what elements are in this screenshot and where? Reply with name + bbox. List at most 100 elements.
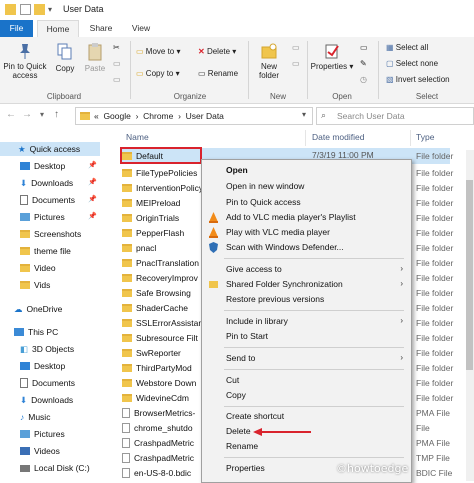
menu-include-library[interactable]: Include in library [226, 315, 288, 328]
move-to-button[interactable]: ▭ Move to ▾ [136, 47, 181, 56]
download-icon: ⬇ [20, 394, 28, 405]
menu-create-shortcut[interactable]: Create shortcut [226, 410, 284, 423]
file-type: TMP File [416, 453, 450, 463]
cut-icon[interactable]: ✂ [113, 43, 120, 52]
tab-share[interactable]: Share [84, 20, 118, 37]
nav-theme-file[interactable]: theme file [20, 244, 71, 258]
nav-this-pc[interactable]: This PC [14, 325, 58, 339]
up-icon[interactable]: ↑ [54, 109, 59, 120]
tab-home[interactable]: Home [37, 20, 79, 38]
nav-screenshots[interactable]: Screenshots [20, 227, 81, 241]
menu-add-vlc-playlist[interactable]: Add to VLC media player's Playlist [226, 211, 356, 224]
sync-icon [208, 279, 219, 290]
nav-downloads[interactable]: ⬇ Downloads [20, 176, 73, 190]
menu-shared-folder-sync[interactable]: Shared Folder Synchronization [226, 278, 343, 291]
copy-to-label: Copy to [145, 69, 174, 78]
forward-icon[interactable]: → [22, 109, 32, 120]
nav-pictures[interactable]: Pictures [20, 210, 65, 224]
copy-button[interactable]: Copy [52, 43, 78, 73]
delete-label: Delete [206, 47, 231, 56]
file-name: OriginTrials [136, 213, 180, 223]
back-icon[interactable]: ← [6, 109, 16, 120]
tab-file[interactable]: File [0, 20, 33, 37]
rename-button[interactable]: ▭ Rename [198, 69, 238, 78]
folder-icon [122, 394, 132, 402]
invert-selection-button[interactable]: ▧ Invert selection [386, 75, 450, 84]
properties-button[interactable]: Properties ▾ [310, 43, 354, 71]
new-folder-icon[interactable] [34, 4, 45, 15]
paste-shortcut-icon[interactable]: ▭ [113, 75, 121, 84]
nav-pc-pictures[interactable]: Pictures [20, 427, 65, 441]
nav-onedrive[interactable]: ☁ OneDrive [14, 302, 62, 316]
menu-play-vlc[interactable]: Play with VLC media player [226, 226, 330, 239]
nav-pc-documents[interactable]: Documents [20, 376, 75, 390]
select-all-button[interactable]: ▦ Select all [386, 43, 428, 52]
menu-separator [224, 310, 404, 311]
submenu-arrow-icon: › [400, 353, 403, 362]
new-folder-button[interactable]: New folder [252, 43, 286, 80]
nav-vids[interactable]: Vids [20, 278, 50, 292]
folder-icon [5, 4, 16, 15]
properties-icon [324, 43, 340, 59]
dropdown-icon[interactable]: ▾ [48, 4, 59, 15]
properties-icon[interactable] [20, 4, 31, 15]
select-none-button[interactable]: ▢ Select none [386, 59, 438, 68]
nav-documents[interactable]: Documents [20, 193, 75, 207]
edit-icon[interactable]: ✎ [360, 59, 367, 68]
menu-give-access[interactable]: Give access to [226, 263, 406, 276]
search-input[interactable]: ⌕ Search User Data [316, 107, 474, 125]
scrollbar-thumb[interactable] [466, 180, 473, 370]
nav-desktop[interactable]: Desktop [20, 159, 65, 173]
nav-videos[interactable]: Videos [20, 444, 60, 458]
address-dropdown-icon[interactable]: ▾ [302, 110, 314, 122]
menu-delete[interactable]: Delete [226, 425, 251, 438]
menu-send-to[interactable]: Send to [226, 352, 255, 365]
menu-open[interactable]: Open [226, 164, 248, 177]
paste-button[interactable]: Paste [82, 43, 108, 73]
nav-video[interactable]: Video [20, 261, 56, 275]
column-type[interactable]: Type [416, 132, 434, 142]
nav-quick-access[interactable]: ★ Quick access [0, 142, 100, 156]
column-name[interactable]: Name [126, 132, 149, 142]
column-divider [410, 130, 411, 146]
recent-dropdown-icon[interactable]: ▾ [40, 110, 44, 119]
defender-icon [208, 242, 219, 253]
delete-button[interactable]: ✕ Delete ▾ [198, 47, 236, 56]
menu-copy[interactable]: Copy [226, 389, 246, 402]
new-item-icon[interactable]: ▭ [292, 43, 300, 52]
menu-cut[interactable]: Cut [226, 374, 239, 387]
nav-pc-desktop[interactable]: Desktop [20, 359, 65, 373]
easy-access-icon[interactable]: ▭ [292, 59, 300, 68]
menu-pin-quick-access[interactable]: Pin to Quick access [226, 196, 301, 209]
desktop-icon [20, 362, 30, 370]
menu-restore-versions[interactable]: Restore previous versions [226, 293, 324, 306]
nav-pc-downloads[interactable]: ⬇ Downloads [20, 393, 73, 407]
nav-label: Pictures [34, 429, 65, 439]
history-icon[interactable]: ◷ [360, 75, 367, 84]
menu-pin-start[interactable]: Pin to Start [226, 330, 268, 343]
file-name: FileTypePolicies [136, 168, 198, 178]
open-icon[interactable]: ▭ [360, 43, 368, 52]
menu-open-new-window[interactable]: Open in new window [226, 180, 304, 193]
column-date-modified[interactable]: Date modified [312, 132, 364, 142]
nav-label: theme file [34, 246, 71, 256]
menu-scan-defender[interactable]: Scan with Windows Defender... [226, 241, 344, 254]
music-icon: ♪ [20, 412, 25, 422]
file-type: File folder [416, 183, 454, 193]
nav-3d-objects[interactable]: ◧ 3D Objects [20, 342, 74, 356]
nav-local-disk[interactable]: Local Disk (C:) [20, 461, 90, 475]
copy-icon [57, 43, 73, 61]
copy-to-button[interactable]: ▭ Copy to ▾ [136, 69, 180, 78]
new-folder-icon [261, 43, 277, 59]
address-bar[interactable]: « Google › Chrome › User Data [75, 107, 313, 125]
tab-view[interactable]: View [124, 20, 158, 37]
file-name: pnacl [136, 243, 157, 253]
nav-music[interactable]: ♪ Music [20, 410, 50, 424]
menu-rename[interactable]: Rename [226, 440, 258, 453]
nav-label: Documents [32, 378, 75, 388]
nav-label: Desktop [34, 361, 66, 371]
menu-properties[interactable]: Properties [226, 462, 265, 475]
copy-path-icon[interactable]: ▭ [113, 59, 121, 68]
nav-label: OneDrive [26, 304, 63, 314]
pin-quick-access-button[interactable]: Pin to Quick access [2, 43, 48, 80]
